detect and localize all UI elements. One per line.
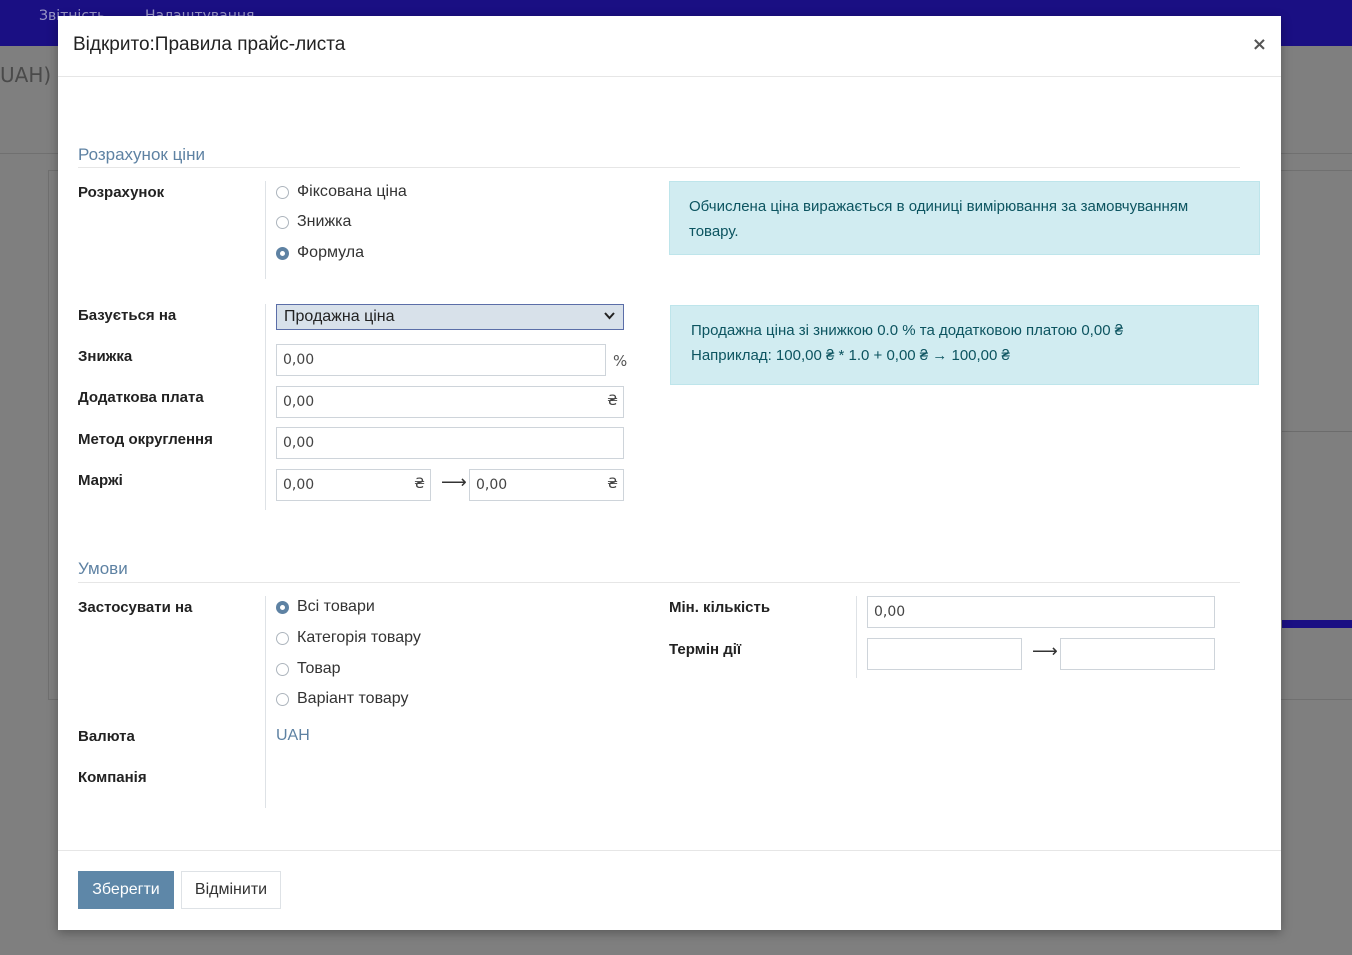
radio-all-products[interactable]: Всі товари: [276, 597, 375, 617]
date-start-input[interactable]: [867, 638, 1022, 670]
pricelist-rule-dialog: Відкрито:Правила прайс-листа × Розрахуно…: [58, 16, 1281, 930]
field-separator: [856, 596, 857, 678]
background-strip: [1282, 620, 1352, 628]
min-quantity-input[interactable]: 0,00: [867, 596, 1215, 628]
range-arrow-icon: ⟶: [441, 472, 467, 493]
radio-product-variant-label: Варіант товару: [297, 690, 409, 707]
radio-product[interactable]: Товар: [276, 659, 341, 679]
range-arrow-icon: ⟶: [1032, 641, 1058, 662]
radio-product-category[interactable]: Категорія товару: [276, 628, 421, 648]
save-button[interactable]: Зберегти: [78, 871, 174, 909]
section-divider: [78, 582, 1240, 583]
date-end-input[interactable]: [1060, 638, 1215, 670]
radio-product-variant[interactable]: Варіант товару: [276, 689, 409, 709]
radio-product-label: Товар: [297, 660, 341, 677]
radio-all-products-label: Всі товари: [297, 598, 375, 615]
hryvnia-symbol: ₴: [414, 476, 425, 492]
background-divider-right: [1282, 431, 1352, 432]
margin-max-input[interactable]: 0,00 ₴: [469, 469, 624, 501]
radio-discount[interactable]: Знижка: [276, 212, 351, 232]
surcharge-value: 0,00: [283, 394, 315, 410]
radio-formula-label: Формула: [297, 244, 365, 261]
apply-on-label: Застосувати на: [78, 599, 193, 616]
modal-title: Відкрито:Правила прайс-листа: [73, 34, 346, 55]
based-on-value: Продажна ціна: [284, 308, 395, 325]
uom-info-alert: Обчислена ціна виражається в одиниці вим…: [669, 181, 1260, 255]
discount-input[interactable]: 0,00: [276, 344, 606, 376]
formula-description: Продажна ціна зі знижкою 0.0 % та додатк…: [691, 322, 1124, 339]
hryvnia-symbol: ₴: [607, 476, 618, 492]
currency-value[interactable]: UAH: [276, 727, 310, 745]
margins-label: Маржі: [78, 472, 123, 489]
based-on-select[interactable]: Продажна ціна: [276, 304, 624, 330]
field-separator: [265, 181, 266, 279]
field-separator: [265, 304, 266, 510]
modal-header: Відкрито:Правила прайс-листа ×: [58, 16, 1281, 77]
compute-label: Розрахунок: [78, 184, 165, 201]
based-on-label: Базується на: [78, 307, 177, 324]
percent-unit: %: [613, 352, 628, 370]
radio-discount-circle[interactable]: [276, 215, 289, 229]
field-separator: [265, 596, 266, 808]
radio-product-variant-circle[interactable]: [276, 692, 289, 706]
radio-formula-circle[interactable]: [276, 246, 289, 260]
radio-discount-label: Знижка: [297, 213, 352, 230]
rounding-input[interactable]: 0,00: [276, 427, 624, 459]
margin-max-value: 0,00: [476, 477, 508, 493]
chevron-down-icon: [603, 309, 616, 325]
rounding-label: Метод округлення: [78, 431, 213, 448]
close-icon[interactable]: ×: [1252, 34, 1267, 55]
radio-fixed-price-label: Фіксована ціна: [297, 183, 407, 200]
section-title-conditions: Умови: [78, 559, 128, 578]
radio-formula[interactable]: Формула: [276, 243, 364, 263]
surcharge-label: Додаткова плата: [78, 389, 204, 406]
discard-button[interactable]: Відмінити: [181, 871, 281, 909]
margin-min-value: 0,00: [283, 477, 315, 493]
radio-product-category-label: Категорія товару: [297, 629, 421, 646]
uom-info-text: Обчислена ціна виражається в одиниці вим…: [689, 198, 1189, 240]
discount-label: Знижка: [78, 348, 133, 365]
currency-label: Валюта: [78, 728, 135, 745]
company-label: Компанія: [78, 769, 147, 786]
margin-min-input[interactable]: 0,00 ₴: [276, 469, 431, 501]
radio-product-circle[interactable]: [276, 662, 289, 676]
radio-fixed-price[interactable]: Фіксована ціна: [276, 182, 407, 202]
surcharge-input[interactable]: 0,00 ₴: [276, 386, 624, 418]
formula-info-alert: Продажна ціна зі знижкою 0.0 % та додатк…: [670, 305, 1259, 385]
background-title: UAH): [0, 63, 52, 87]
validity-label: Термін дії: [669, 641, 742, 658]
hryvnia-symbol: ₴: [607, 393, 618, 409]
radio-product-category-circle[interactable]: [276, 631, 289, 645]
section-title-price-computation: Розрахунок ціни: [78, 145, 205, 164]
formula-example: Наприклад: 100,00 ₴ * 1.0 + 0,00 ₴ → 100…: [691, 347, 1010, 364]
section-divider: [78, 167, 1240, 168]
radio-all-products-circle[interactable]: [276, 600, 289, 614]
min-quantity-label: Мін. кількість: [669, 599, 771, 616]
modal-footer: Зберегти Відмінити: [58, 850, 1281, 931]
radio-fixed-price-circle[interactable]: [276, 185, 289, 199]
